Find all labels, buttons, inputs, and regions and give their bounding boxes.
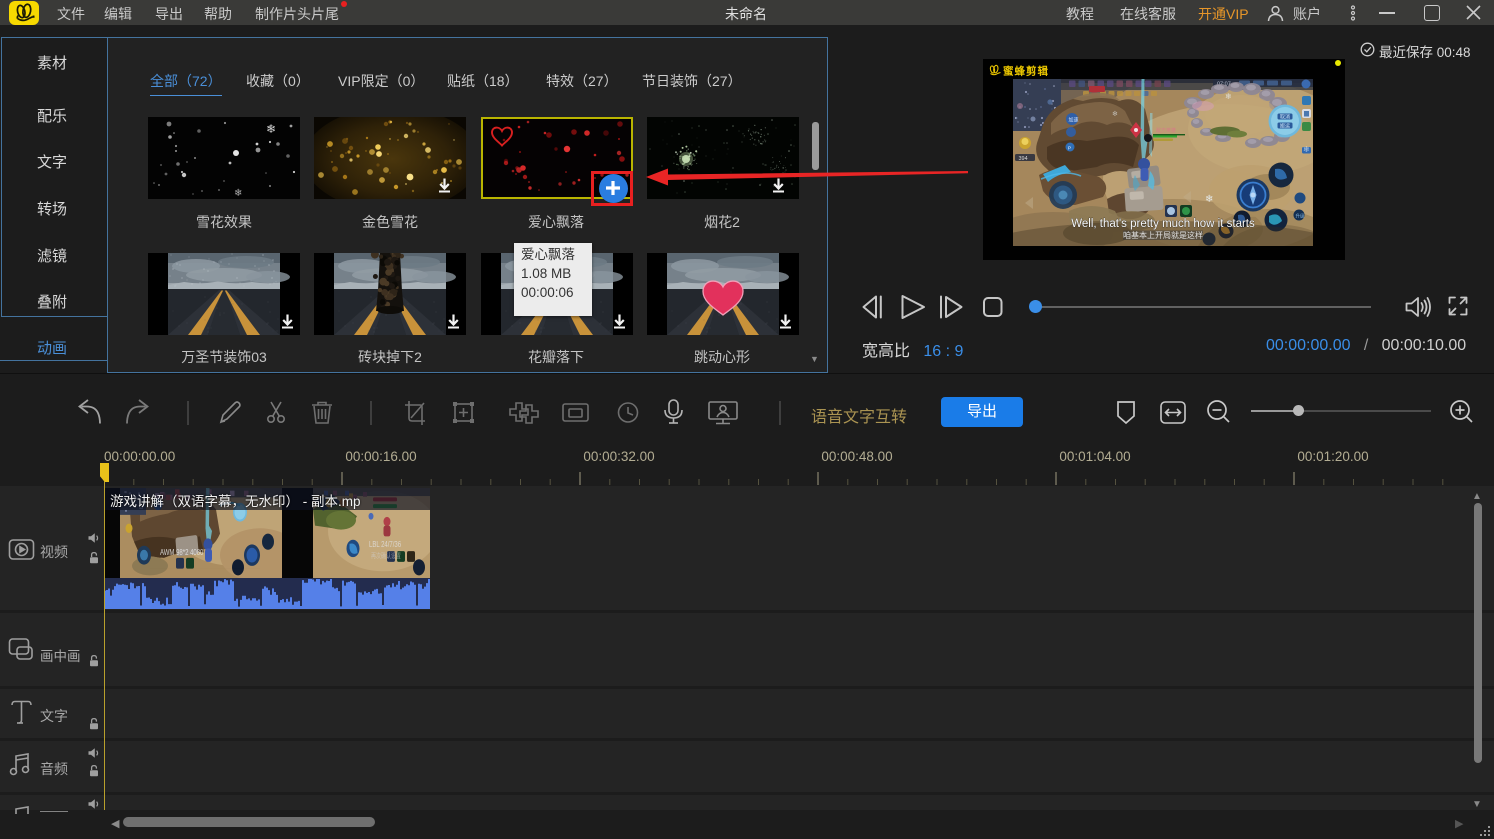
svg-text:❄: ❄	[1225, 92, 1232, 101]
svg-text:Well, that's pretty much how i: Well, that's pretty much how it starts	[1071, 218, 1255, 230]
svg-text:P: P	[1068, 146, 1071, 151]
svg-text:LBL 24/7/36: LBL 24/7/36	[369, 540, 401, 549]
svg-text:❄: ❄	[234, 188, 242, 199]
svg-text:蜜蜂剪辑: 蜜蜂剪辑	[1003, 65, 1049, 78]
svg-text:❄: ❄	[1303, 145, 1310, 154]
svg-text:敌方英雄: 敌方英雄	[1156, 127, 1176, 134]
svg-text:❄: ❄	[266, 122, 276, 136]
svg-text:AWM 98*2 4080: AWM 98*2 4080	[160, 548, 203, 557]
svg-text:❄: ❄	[1112, 110, 1118, 118]
svg-text:取消: 取消	[1280, 114, 1290, 121]
svg-text:升级: 升级	[1296, 213, 1305, 220]
svg-text:加速: 加速	[1069, 117, 1079, 124]
svg-text:咱基本上开局就是这样: 咱基本上开局就是这样	[1123, 230, 1203, 240]
svg-text:再次确认设置: 再次确认设置	[371, 551, 401, 560]
svg-text:❄: ❄	[1205, 194, 1213, 205]
svg-text:搬运: 搬运	[1280, 123, 1290, 130]
svg-text:394: 394	[1019, 156, 1028, 162]
